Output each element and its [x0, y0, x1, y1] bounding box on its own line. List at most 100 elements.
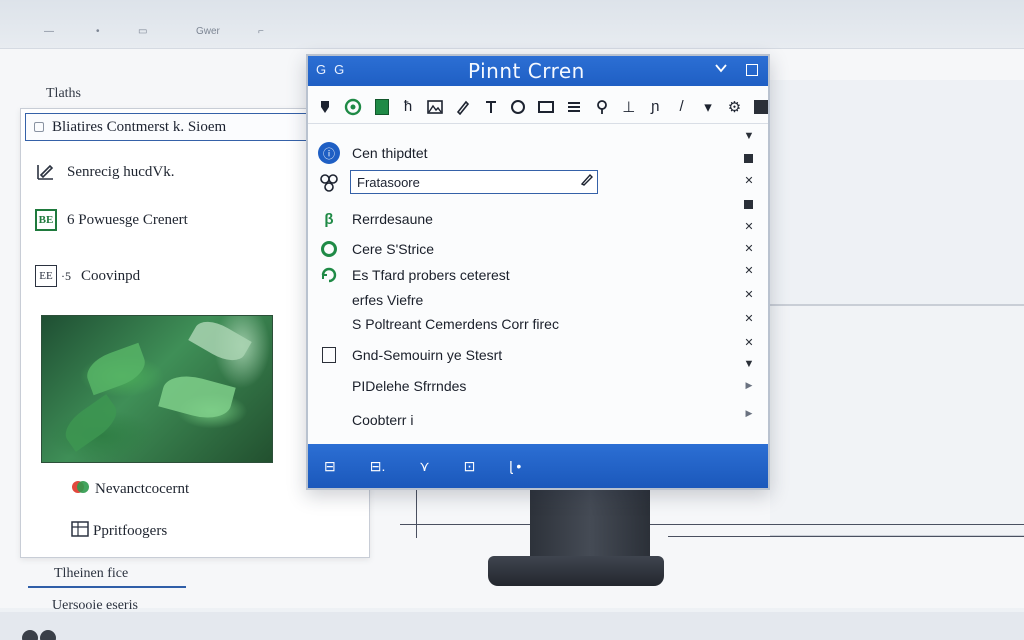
slash-icon[interactable]: / — [674, 97, 688, 117]
background-topbar: — • ▭ Gwer ⌐ — [0, 0, 1024, 50]
recycle-icon[interactable] — [344, 97, 362, 117]
side-item-senrecig[interactable]: Senrecig hucdVk. — [35, 161, 174, 183]
side-item-coovinpd[interactable]: EE ·5 Coovinpd — [35, 265, 140, 287]
bookmark-icon[interactable] — [374, 97, 389, 117]
window-content: ⓘ Cen thipdtet β Rerrdesaune Cere S'Stri… — [308, 126, 768, 446]
brush-icon[interactable] — [318, 97, 332, 117]
close-icon[interactable]: ✕ — [742, 312, 756, 325]
monitor-stand-base — [488, 556, 664, 586]
paragraph-icon[interactable]: ħ — [401, 97, 415, 117]
colorwheel-icon — [71, 479, 91, 500]
leaf-shape — [188, 314, 252, 368]
side-footer-label: Ppritfoogers — [93, 523, 168, 539]
option-row-es[interactable]: Es Tfard probers ceterest — [318, 264, 510, 286]
font-icon[interactable]: ɲ — [648, 97, 662, 117]
marker-icon[interactable] — [744, 154, 753, 163]
marker-icon[interactable]: ▼ — [742, 130, 756, 142]
back-icon[interactable]: G — [334, 62, 344, 77]
side-footer-nevanct[interactable]: Nevanctcocernt — [71, 479, 189, 500]
option-row-rerrdesaune[interactable]: β Rerrdesaune — [318, 208, 433, 230]
background-label: ⌐ — [258, 26, 264, 37]
option-row-gnd[interactable]: Gnd-Semouirn ye Stesrt — [318, 344, 502, 366]
marker-icon[interactable]: ▶ — [742, 408, 756, 419]
side-panel-title: Tlaths — [46, 86, 81, 101]
background-label: ▭ — [138, 26, 148, 37]
close-icon[interactable]: ✕ — [742, 242, 756, 255]
titlebar-left-controls: G G — [316, 62, 344, 77]
layers-icon[interactable] — [566, 97, 582, 117]
grid-icon: BE — [35, 209, 57, 231]
align-icon[interactable]: ⊥ — [622, 97, 636, 117]
zoom-icon[interactable]: ɭ • — [509, 458, 521, 474]
marker-icon[interactable]: ▶ — [742, 380, 756, 391]
info-icon: ⓘ — [318, 142, 340, 164]
chevron-down-icon[interactable] — [714, 61, 728, 78]
close-icon[interactable]: ✕ — [742, 264, 756, 277]
search-input[interactable] — [350, 170, 598, 194]
background-card — [770, 80, 1024, 306]
bottom-label: Uersooie eseris — [52, 598, 138, 613]
user-icon[interactable] — [594, 97, 610, 117]
option-label: Rerrdesaune — [352, 211, 433, 227]
side-item-powuesge[interactable]: BE 6 Powuesge Crenert — [35, 209, 188, 231]
background-divider — [668, 536, 1024, 537]
bottom-tab[interactable]: Tlheinen fice — [28, 566, 186, 588]
circle-icon — [321, 241, 337, 257]
pencil-icon[interactable] — [455, 97, 471, 117]
print-icon[interactable]: ⊟. — [370, 458, 386, 475]
document-icon — [322, 347, 336, 363]
window-title: Pinnt Crren — [468, 59, 585, 83]
text-box-icon[interactable] — [483, 97, 499, 117]
side-panel-header-text: Bliatires Contmerst k. Sioem — [52, 118, 227, 135]
maximize-icon[interactable] — [746, 64, 758, 76]
side-item-label: 6 Powuesge Crenert — [67, 211, 188, 228]
refresh-icon — [318, 264, 340, 286]
app-icon[interactable]: G — [316, 62, 326, 77]
window-statusbar: ⊟ ⊟. ⋎ ⊡ ɭ • — [308, 444, 768, 488]
save-icon[interactable]: ⊟ — [324, 458, 336, 475]
monitor-stand-neck — [530, 486, 650, 562]
marker-icon[interactable] — [744, 200, 753, 209]
leaf-icon: β — [324, 210, 334, 228]
close-icon[interactable]: ✕ — [742, 174, 756, 187]
option-row-cere[interactable]: Cere S'Strice — [318, 238, 434, 260]
leaf-shape — [81, 342, 151, 396]
circle-tool-icon[interactable] — [511, 97, 526, 117]
edit-icon[interactable] — [580, 172, 594, 189]
titlebar-right-controls — [714, 61, 758, 78]
fill-icon[interactable] — [753, 97, 768, 117]
pen-icon — [35, 161, 57, 183]
background-button — [22, 630, 38, 640]
background-divider — [400, 524, 1024, 525]
background-label: Gwer — [196, 26, 220, 37]
side-panel-header[interactable]: Bliatires Contmerst k. Sioem — [25, 113, 325, 141]
option-row-pidelehe[interactable]: PIDelehe Sfrrndes — [352, 378, 466, 394]
option-row-cen[interactable]: ⓘ Cen thipdtet — [318, 142, 428, 164]
filter-icon[interactable]: ⋎ — [419, 458, 429, 475]
side-footer-ppritfoogers[interactable]: Ppritfoogers — [71, 521, 167, 542]
preview-icon[interactable]: ⊡ — [464, 458, 476, 475]
dropdown-icon[interactable]: ▾ — [701, 97, 715, 117]
close-icon[interactable]: ✕ — [742, 336, 756, 349]
option-label: Cere S'Strice — [352, 241, 435, 257]
option-label: S Poltreant Cemerdens Corr firec — [352, 316, 559, 332]
close-icon[interactable]: ✕ — [742, 288, 756, 301]
side-item-label: Senrecig hucdVk. — [67, 163, 175, 180]
window-toolbar: ħ ⊥ ɲ / ▾ ⚙ — [308, 90, 768, 124]
calendar-icon: EE — [35, 265, 57, 287]
document-icon-wrap — [318, 344, 340, 366]
side-footer-label: Nevanctcocernt — [95, 481, 190, 497]
option-row-poltreant[interactable]: S Poltreant Cemerdens Corr firec — [352, 316, 559, 332]
option-row-erfes[interactable]: erfes Viefre — [352, 292, 423, 308]
image-icon[interactable] — [427, 97, 444, 117]
gear-icon[interactable]: ⚙ — [727, 97, 741, 117]
rectangle-tool-icon[interactable] — [537, 97, 554, 117]
table-icon — [71, 521, 89, 542]
puzzle-icon — [318, 172, 340, 194]
side-item-label: Coovinpd — [81, 267, 141, 284]
option-label: Cen thipdtet — [352, 145, 428, 161]
leaf-shape — [158, 369, 236, 425]
marker-icon[interactable]: ▼ — [742, 358, 756, 370]
option-row-coobterr[interactable]: Coobterr i — [352, 412, 413, 428]
close-icon[interactable]: ✕ — [742, 220, 756, 233]
